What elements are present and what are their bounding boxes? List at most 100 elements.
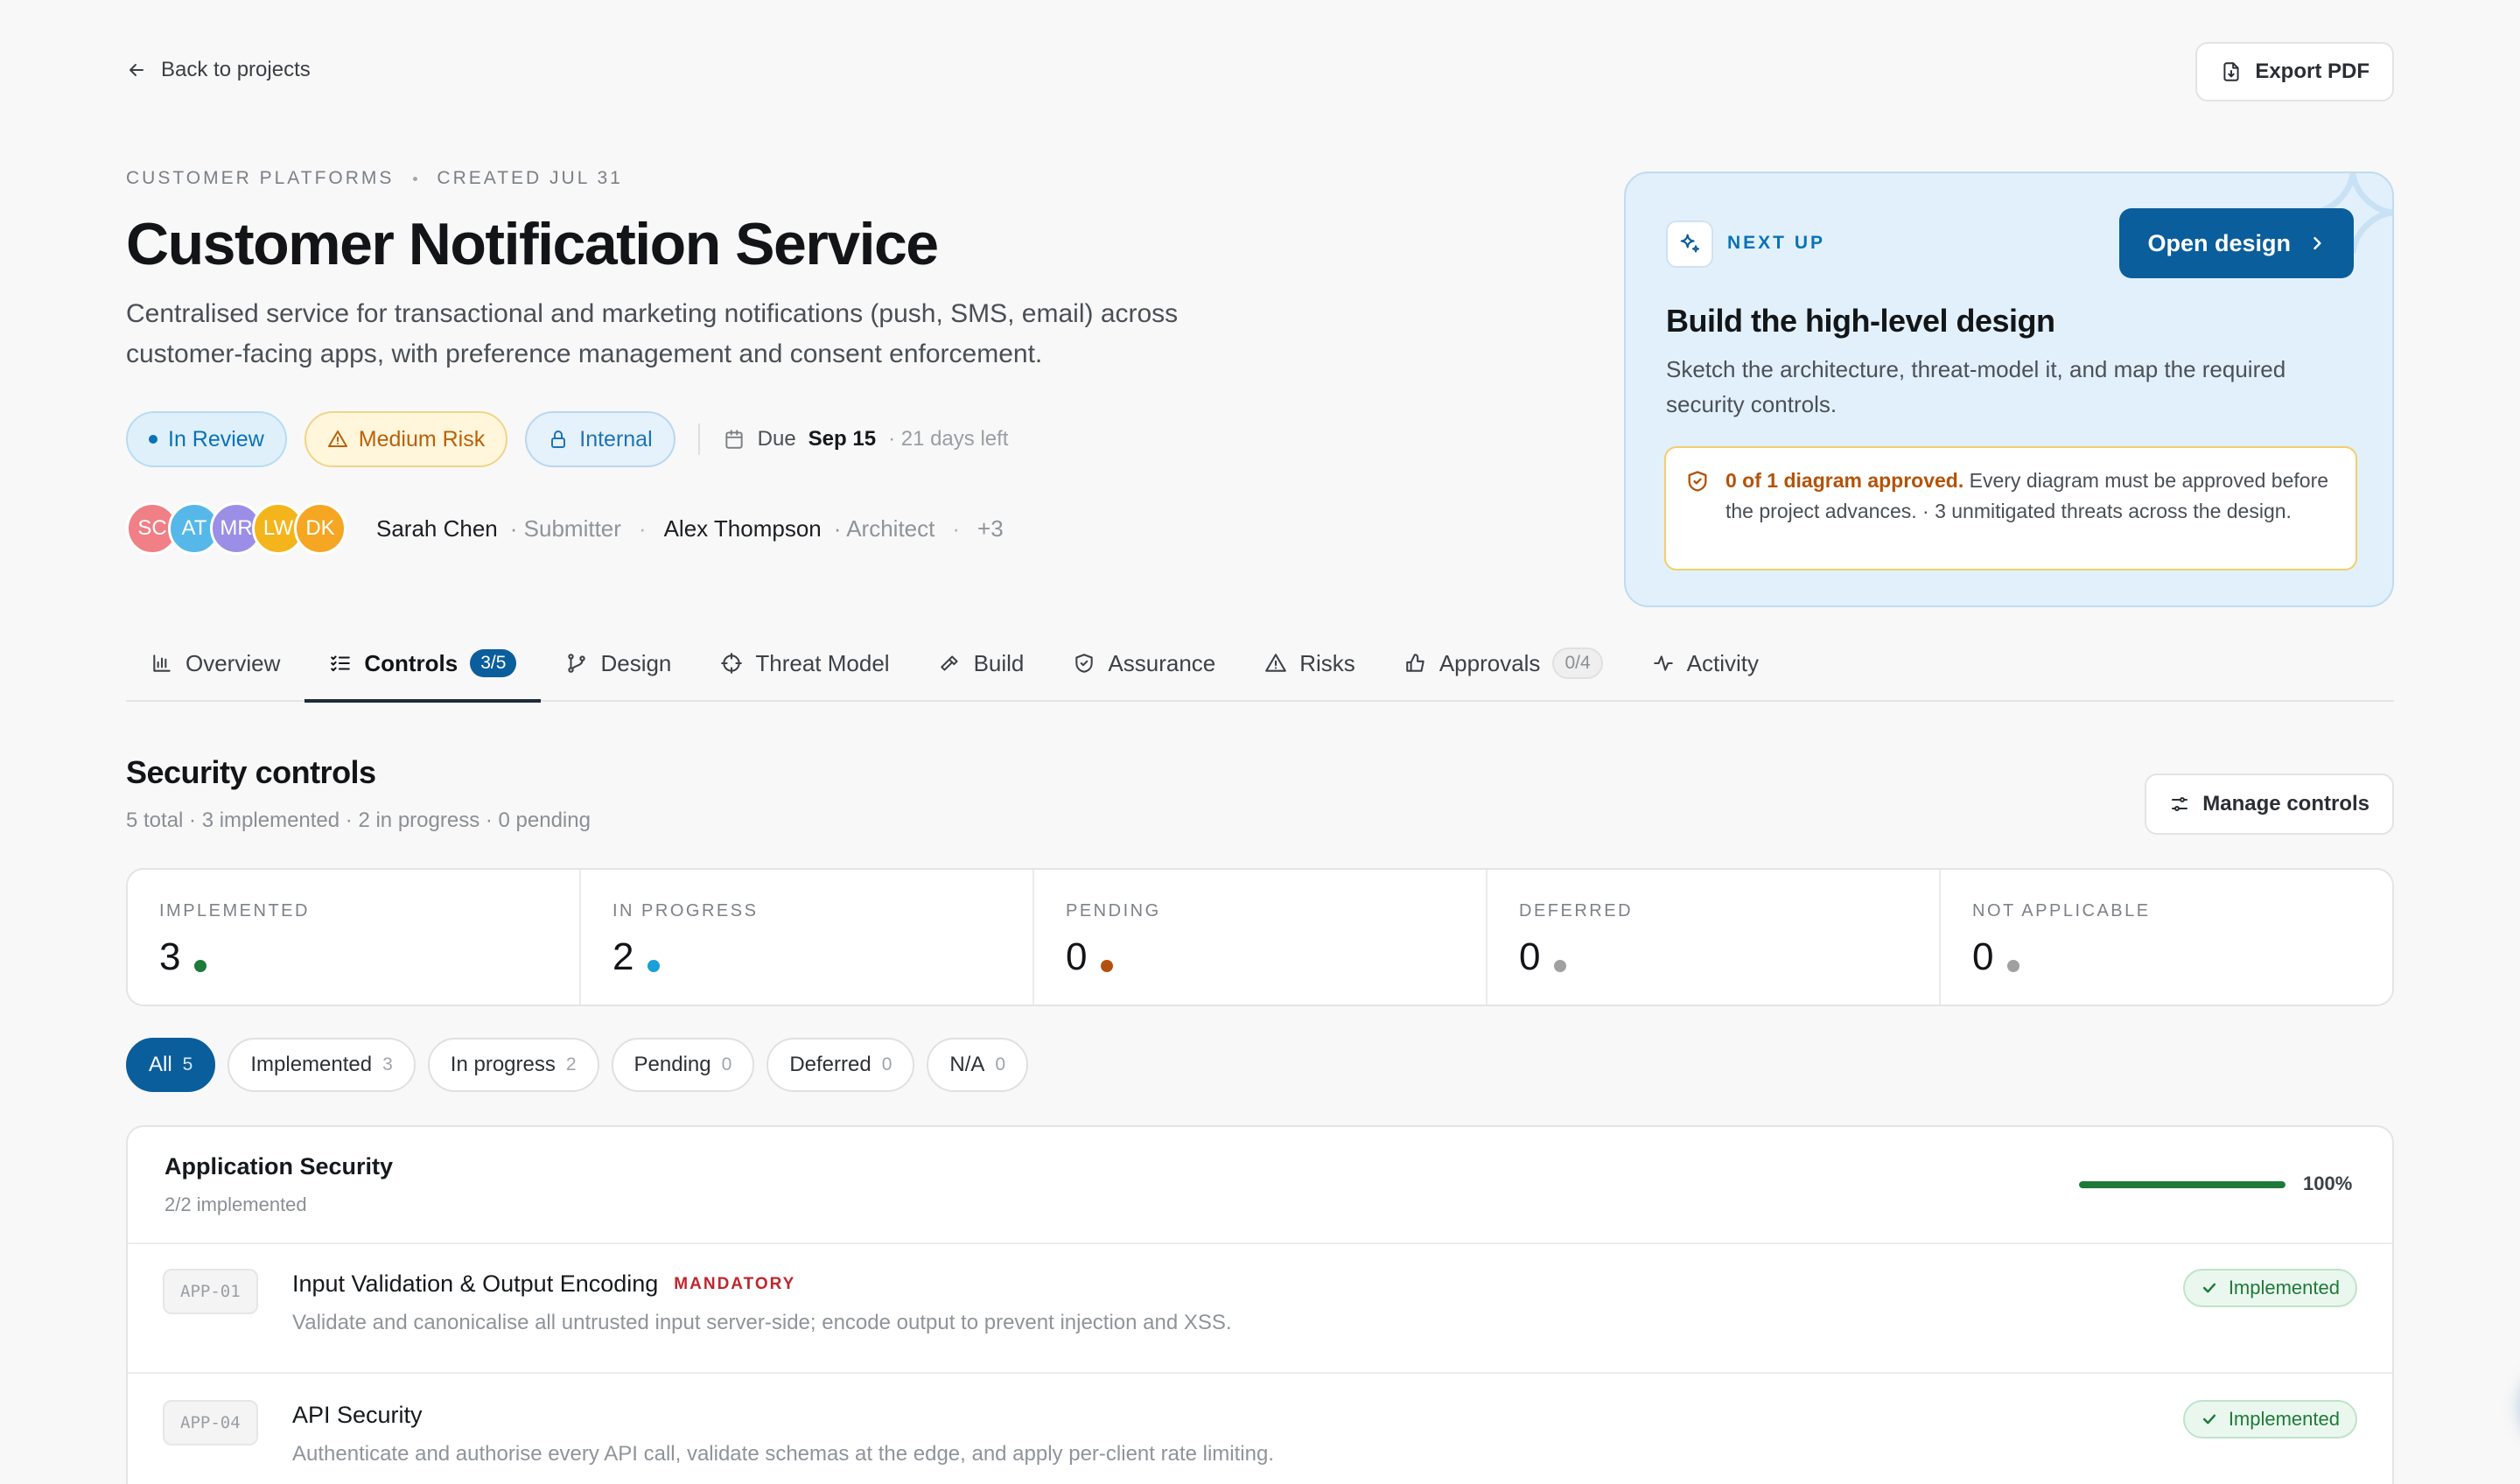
avatar-stack[interactable]: SC AT MR LW DK — [126, 502, 346, 555]
risk-label: Medium Risk — [358, 426, 486, 452]
filter-count: 0 — [995, 1054, 1006, 1074]
tab-label: Assurance — [1108, 649, 1216, 676]
warning-icon — [1265, 654, 1287, 672]
manage-controls-button[interactable]: Manage controls — [2145, 774, 2394, 835]
due-date-value: Sep 15 — [808, 427, 877, 451]
check-icon — [2202, 1414, 2216, 1424]
project-tabs: Overview Controls 3/5 Design Threat Model Bui… — [126, 626, 2394, 703]
calendar-icon — [724, 430, 743, 449]
group-progress-bar — [2079, 1181, 2286, 1188]
tab-threat-model[interactable]: Threat Model — [696, 626, 914, 701]
created-label: CREATED JUL 31 — [437, 168, 623, 188]
filter-chip[interactable]: All 5 — [126, 1038, 216, 1092]
stat-value: 0 — [1519, 935, 1541, 978]
project-page: Back to projects Export PDF CUSTOMER PLA… — [126, 0, 2394, 1484]
status-row: In Review Medium Risk Internal Due Sep 1… — [126, 411, 1008, 467]
pulse-icon — [1653, 655, 1673, 671]
shield-alert-icon — [1688, 471, 1707, 492]
control-stats: IMPLEMENTED 3 IN PROGRESS 2 PENDING 0 DEFERRED… — [126, 868, 2394, 1006]
tab-approvals[interactable]: Approvals 0/4 — [1380, 626, 1628, 701]
tab-design[interactable]: Design — [541, 626, 696, 701]
role-separator: · — [638, 514, 647, 542]
risk-badge[interactable]: Medium Risk — [304, 411, 508, 467]
stat-value: 0 — [1066, 935, 1088, 978]
filter-label: Pending — [634, 1053, 711, 1076]
open-design-label: Open design — [2147, 229, 2291, 256]
project-description: Centralised service for transactional an… — [126, 299, 1179, 368]
tab-assurance[interactable]: Assurance — [1048, 626, 1240, 701]
open-design-button[interactable]: Open design — [2119, 208, 2354, 278]
control-description: Authenticate and authorise every API cal… — [292, 1442, 1274, 1466]
tab-risks[interactable]: Risks — [1240, 626, 1380, 701]
more-members[interactable]: +3 — [977, 515, 1004, 542]
tab-label: Activity — [1686, 649, 1759, 676]
thumbs-up-icon — [1406, 654, 1424, 672]
implemented-badge[interactable]: Implemented — [2182, 1269, 2357, 1307]
control-description: Validate and canonicalise all untrusted … — [292, 1311, 1232, 1334]
crosshair-icon — [721, 653, 743, 674]
stat-card: IN PROGRESS 2 — [581, 870, 1034, 1004]
team-row: SC AT MR LW DK Sarah Chen · Submitter · Alex… — [126, 502, 1004, 555]
stat-card: IMPLEMENTED 3 — [128, 870, 581, 1004]
role-separator: · — [952, 514, 961, 542]
status-dot-icon — [648, 960, 661, 972]
filter-chip[interactable]: Deferred 0 — [766, 1038, 915, 1092]
control-title: API Security — [292, 1402, 423, 1428]
chevron-right-icon — [2314, 236, 2321, 250]
status-badge[interactable]: In Review — [126, 411, 287, 467]
tab-build[interactable]: Build — [914, 626, 1049, 701]
tab-label: Approvals — [1438, 649, 1541, 676]
tab-overview[interactable]: Overview — [126, 626, 304, 701]
back-label: Back to projects — [161, 58, 311, 81]
meta-separator — [413, 176, 418, 181]
stat-value-row: 2 — [612, 935, 1032, 979]
sliders-icon — [2172, 797, 2188, 811]
filter-count: 5 — [182, 1054, 193, 1074]
warning-headline: 0 of 1 diagram approved. — [1726, 469, 1964, 492]
stat-value: 3 — [159, 935, 181, 978]
tab-controls[interactable]: Controls 3/5 — [304, 626, 542, 703]
manage-controls-label: Manage controls — [2202, 792, 2370, 816]
export-pdf-button[interactable]: Export PDF — [2195, 42, 2394, 102]
stat-value: 0 — [1972, 935, 1994, 978]
tab-activity[interactable]: Activity — [1628, 626, 1783, 701]
visibility-badge[interactable]: Internal — [525, 411, 676, 467]
due-label: Due — [757, 427, 796, 451]
filter-label: In progress — [450, 1053, 556, 1076]
control-row[interactable]: APP-04 API Security Authenticate and autho… — [128, 1376, 2392, 1484]
back-link[interactable]: Back to projects — [126, 58, 311, 82]
due-date: Due Sep 15 · 21 days left — [723, 427, 1008, 452]
filter-chip[interactable]: Implemented 3 — [228, 1038, 416, 1092]
tab-label: Design — [600, 649, 672, 676]
control-title-row: API Security — [292, 1402, 423, 1429]
status-dot-icon — [1554, 960, 1567, 972]
implemented-badge[interactable]: Implemented — [2182, 1400, 2357, 1438]
filter-label: All — [149, 1053, 172, 1076]
architect-role: · Architect — [833, 514, 935, 542]
tab-count-badge: 0/4 — [1552, 648, 1603, 679]
team-roles: Sarah Chen · Submitter · Alex Thompson ·… — [376, 515, 1004, 542]
control-code: APP-04 — [163, 1400, 258, 1446]
filter-chip[interactable]: In progress 2 — [427, 1038, 599, 1092]
section-title: Security controls — [126, 754, 376, 790]
page-title: Customer Notification Service — [126, 211, 939, 277]
stat-label: PENDING — [1066, 901, 1161, 920]
control-row[interactable]: APP-01 Input Validation & Output Encoding… — [128, 1244, 2392, 1374]
arrow-left-icon — [130, 64, 144, 76]
file-download-icon — [2223, 62, 2239, 81]
shield-check-icon — [1075, 654, 1094, 673]
filter-count: 0 — [721, 1054, 732, 1074]
hammer-icon — [940, 655, 958, 671]
status-dot-icon — [2007, 960, 2020, 972]
sparkle-badge — [1666, 220, 1713, 268]
filter-chip[interactable]: N/A 0 — [927, 1038, 1029, 1092]
stat-card: PENDING 0 — [1034, 870, 1488, 1004]
tab-label: Risks — [1299, 649, 1355, 676]
tab-label: Build — [973, 649, 1025, 676]
control-group: Application Security 2/2 implemented 100… — [126, 1125, 2394, 1484]
stat-label: DEFERRED — [1519, 901, 1634, 920]
filter-chip[interactable]: Pending 0 — [611, 1038, 755, 1092]
avatar[interactable]: DK — [294, 502, 346, 555]
next-up-subtitle: Sketch the architecture, threat-model it… — [1666, 356, 2286, 417]
control-code: APP-01 — [163, 1269, 258, 1314]
